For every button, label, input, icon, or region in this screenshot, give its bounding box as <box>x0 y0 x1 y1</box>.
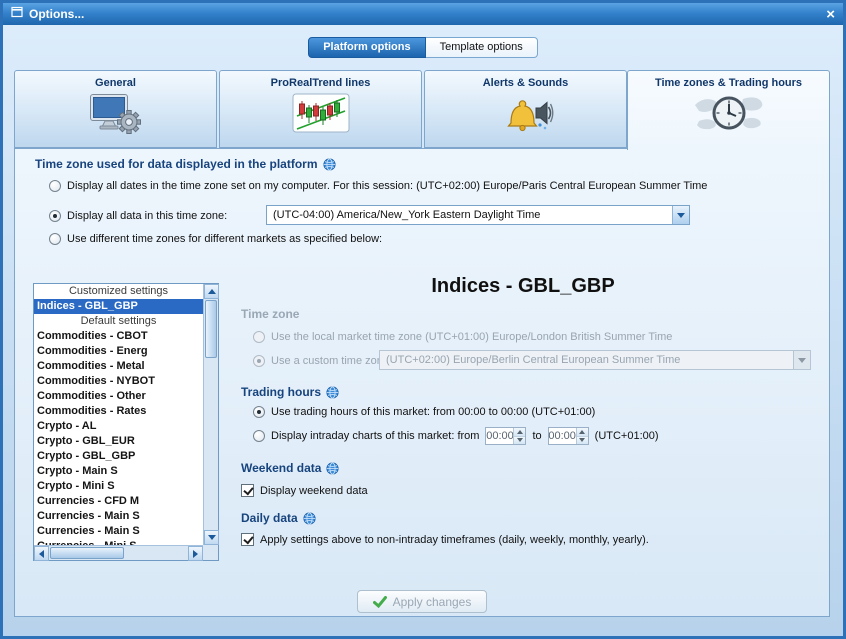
local-market-tz-radio[interactable] <box>253 331 265 343</box>
arrow-down-icon <box>516 438 523 443</box>
computer-timezone-radio[interactable] <box>49 180 61 192</box>
globe-icon <box>326 461 340 475</box>
market-hours-radio[interactable] <box>253 406 265 418</box>
tab-template-options[interactable]: Template options <box>425 37 538 58</box>
market-list-item[interactable]: Crypto - AL <box>34 419 203 434</box>
monitor-gear-icon <box>89 94 141 134</box>
per-market-timezone-radio[interactable] <box>49 233 61 245</box>
market-list-item[interactable]: Commodities - Energ <box>34 344 203 359</box>
market-list-item[interactable]: Commodities - Rates <box>34 404 203 419</box>
market-list-item[interactable]: Currencies - Main S <box>34 509 203 524</box>
market-list: Customized settings Indices - GBL_GBP Defa… <box>34 284 203 545</box>
combo-dropdown-button-disabled[interactable] <box>793 351 810 369</box>
stepper-up-button[interactable] <box>576 428 588 436</box>
content-panel: Time zone used for data displayed in the… <box>14 148 830 617</box>
arrow-right-icon <box>193 549 198 558</box>
chevron-down-icon <box>677 212 685 218</box>
intraday-hours-radio[interactable] <box>253 430 265 442</box>
market-list-item[interactable]: Commodities - CBOT <box>34 329 203 344</box>
vertical-scrollbar[interactable] <box>203 284 219 545</box>
horizontal-scroll-thumb[interactable] <box>50 547 124 559</box>
candlestick-chart-icon <box>292 93 349 133</box>
scroll-down-button[interactable] <box>204 530 219 545</box>
scroll-left-button[interactable] <box>34 546 49 561</box>
window-title: Options... <box>29 7 85 21</box>
bell-speaker-icon <box>506 100 553 132</box>
horizontal-scrollbar[interactable] <box>34 545 203 561</box>
options-dialog: Options... × Platform options Template o… <box>0 0 846 639</box>
checkbox-row-daily: Apply settings above to non-intraday tim… <box>241 533 649 546</box>
globe-icon <box>326 385 339 399</box>
market-list-item[interactable]: Indices - GBL_GBP <box>34 299 203 314</box>
arrow-up-icon <box>207 289 216 294</box>
radio-row-market-hours: Use trading hours of this market: from 0… <box>253 406 595 418</box>
market-detail-title: Indices - GBL_GBP <box>431 275 615 297</box>
stepper-up-button[interactable] <box>514 428 526 436</box>
market-list-item[interactable]: Crypto - GBL_EUR <box>34 434 203 449</box>
weekend-data-checkbox[interactable] <box>241 484 254 497</box>
intraday-to-stepper[interactable]: 00:00 <box>547 427 589 445</box>
weekend-data-heading: Weekend data <box>241 461 340 475</box>
chevron-down-icon <box>798 357 806 363</box>
market-list-item[interactable]: Crypto - Mini S <box>34 479 203 494</box>
custom-timezone-select[interactable]: (UTC-04:00) America/New_York Eastern Day… <box>266 205 690 225</box>
market-list-item[interactable]: Commodities - Other <box>34 389 203 404</box>
tab-prorealtrend-lines[interactable]: ProRealTrend lines <box>219 70 422 148</box>
globe-icon <box>322 157 336 171</box>
tab-alerts-sounds[interactable]: Alerts & Sounds <box>424 70 627 148</box>
radio-row-local-market-tz: Use the local market time zone (UTC+01:0… <box>253 331 672 343</box>
arrow-up-icon <box>516 429 523 434</box>
globe-icon <box>303 511 316 525</box>
vertical-scroll-thumb[interactable] <box>205 300 217 358</box>
list-group-header: Customized settings <box>68 285 169 297</box>
scroll-right-button[interactable] <box>188 546 203 561</box>
tab-platform-options[interactable]: Platform options <box>308 37 426 58</box>
detail-timezone-heading: Time zone <box>241 307 300 321</box>
radio-row-custom-market-tz: Use a custom time zone: <box>253 352 392 370</box>
dialog-icon <box>11 5 23 23</box>
titlebar: Options... × <box>3 3 843 25</box>
tab-timezones-trading-hours[interactable]: Time zones & Trading hours <box>627 70 830 150</box>
market-list-item[interactable]: Currencies - Main S <box>34 524 203 539</box>
radio-row-computer-timezone: Display all dates in the time zone set o… <box>49 180 707 192</box>
market-listbox: Customized settings Indices - GBL_GBP Defa… <box>33 283 219 561</box>
scrollbar-corner <box>203 545 218 560</box>
arrow-left-icon <box>39 549 44 558</box>
custom-timezone-radio[interactable] <box>49 210 61 222</box>
checkbox-row-weekend: Display weekend data <box>241 484 368 497</box>
stepper-down-button[interactable] <box>514 435 526 444</box>
arrow-down-icon <box>207 535 216 540</box>
timezone-section-heading: Time zone used for data displayed in the… <box>35 157 336 171</box>
stepper-down-button[interactable] <box>576 435 588 444</box>
daily-data-heading: Daily data <box>241 511 316 525</box>
market-list-item[interactable]: Currencies - CFD M <box>34 494 203 509</box>
market-list-item[interactable]: Crypto - Main S <box>34 464 203 479</box>
combo-dropdown-button[interactable] <box>672 206 689 224</box>
radio-row-custom-timezone: Display all data in this time zone: <box>49 207 227 225</box>
custom-market-tz-select[interactable]: (UTC+02:00) Europe/Berlin Central Europe… <box>379 350 811 370</box>
check-icon <box>372 595 387 608</box>
custom-market-tz-radio[interactable] <box>253 355 265 367</box>
apply-changes-button[interactable]: Apply changes <box>357 590 487 613</box>
market-list-item[interactable]: Crypto - GBL_GBP <box>34 449 203 464</box>
market-list-item[interactable]: Commodities - Metal <box>34 359 203 374</box>
list-group-header: Default settings <box>80 315 157 327</box>
arrow-up-icon <box>579 429 586 434</box>
arrow-down-icon <box>579 438 586 443</box>
radio-row-per-market-timezone: Use different time zones for different m… <box>49 233 382 245</box>
intraday-from-stepper[interactable]: 00:00 <box>485 427 527 445</box>
tab-general[interactable]: General <box>14 70 217 148</box>
radio-row-intraday-hours: Display intraday charts of this market: … <box>253 426 659 446</box>
options-mode-tabs: Platform options Template options <box>3 37 843 58</box>
trading-hours-heading: Trading hours <box>241 385 339 399</box>
close-icon[interactable]: × <box>826 7 835 22</box>
world-clock-icon <box>694 96 762 130</box>
market-list-item[interactable]: Commodities - NYBOT <box>34 374 203 389</box>
scroll-up-button[interactable] <box>204 284 219 299</box>
dialog-body: Platform options Template options Genera… <box>3 25 843 636</box>
daily-data-checkbox[interactable] <box>241 533 254 546</box>
